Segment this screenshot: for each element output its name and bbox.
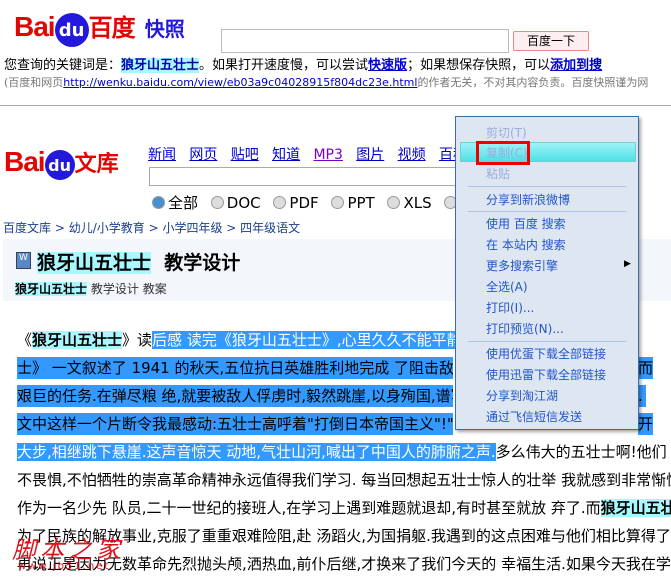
tag[interactable]: 狼牙山五壮士 <box>15 282 88 296</box>
filter-label: 全部 <box>168 194 199 212</box>
menu-separator <box>468 341 626 342</box>
menu-xunlei-download[interactable]: 使用迅雷下载全部链接 <box>486 366 606 383</box>
text-line-selected: 士》 一文叙述了 1941 的秋天,五位抗日英雄胜利地完成 了阻击敌人,掩 <box>17 357 453 379</box>
disclaimer: (百度和网页http://wenku.baidu.com/view/eb03a9… <box>4 74 648 90</box>
keyword-notice: 您查询的关键词是：狼牙山五壮士。如果打开速度慢，可以尝试快速版；如果想保存快照，… <box>4 54 602 73</box>
baidu-snapshot-logo: Bai du 百度 快照 <box>14 8 185 47</box>
menu-separator <box>468 186 626 187</box>
menu-share-weibo[interactable]: 分享到新浪微博 <box>486 191 570 208</box>
breadcrumb-item[interactable]: 幼儿/小学教育 <box>69 221 145 235</box>
nav-images[interactable]: 图片 <box>356 147 384 163</box>
menu-fetion-sms[interactable]: 通过飞信短信发送 <box>486 408 582 425</box>
menu-search-site[interactable]: 在 本站内 搜索 <box>486 236 566 253</box>
baidu-wenku-logo: Bai du 文库 <box>4 146 119 180</box>
menu-separator <box>468 211 626 212</box>
notice-text: 您查询的关键词是： <box>4 58 122 73</box>
text-line: 大步,相继跳下悬崖.这声音惊天 动地,气壮山河,喊出了中国人的肺腑之声.多么伟大… <box>17 443 671 461</box>
disclaimer-text: (百度和网页 <box>4 76 64 89</box>
file-type-filters: 全部 DOC PDF PPT XLS <box>144 192 460 213</box>
menu-print[interactable]: 打印(I)... <box>486 299 534 316</box>
menu-select-all[interactable]: 全选(A) <box>486 278 528 295</box>
text-line-fragment: . <box>638 385 646 407</box>
source-url-link[interactable]: http://wenku.baidu.com/view/eb03a9c04028… <box>63 76 417 89</box>
breadcrumb-item[interactable]: 小学四年级 <box>162 221 222 235</box>
filter-label: PPT <box>347 194 375 212</box>
text-line-selected: 艰巨的任务.在弹尽粮 绝,就要被敌人俘虏时,毅然跳崖,以身殉国,谱写了一 <box>17 385 453 407</box>
text-line: 作为一名少先 队员,二十一世纪的接班人,在学习上遇到难题就退却,有时甚至就放 弃… <box>17 497 671 519</box>
text-line: 不畏惧,不怕牺牲的崇高革命精神永远值得我们学习. 每当回想起五壮士惊人的壮举 我… <box>17 471 671 489</box>
breadcrumb-item[interactable]: 四年级语文 <box>240 221 300 235</box>
search-button[interactable]: 百度一下 <box>513 31 589 51</box>
watermark-logo: 脚本之家 <box>12 536 124 564</box>
text-line-fragment: 开 <box>638 413 654 435</box>
nav-web[interactable]: 网页 <box>189 147 217 163</box>
tag[interactable]: 教学设计 <box>91 282 139 296</box>
filter-label: DOC <box>226 194 261 212</box>
title-keyword: 狼牙山五壮士 <box>37 252 152 274</box>
radio-ppt[interactable] <box>331 196 345 209</box>
menu-paste[interactable]: 粘贴 <box>486 165 510 182</box>
menu-youdan-download[interactable]: 使用优蛋下载全部链接 <box>486 345 606 362</box>
nav-video[interactable]: 视频 <box>398 147 426 163</box>
word-doc-icon: W <box>16 252 31 269</box>
search-input[interactable] <box>221 29 509 53</box>
notice-text: 。如果打开速度慢，可以尝试 <box>199 58 369 73</box>
radio-xls[interactable] <box>387 196 401 209</box>
keyword-highlight: 狼牙山五壮士 <box>121 58 200 73</box>
divider <box>0 105 671 106</box>
context-menu: 剪切(T) 复制(C) 粘贴 分享到新浪微博 使用 百度 搜索 在 本站内 搜索… <box>455 116 639 430</box>
watermark-url: www.jb51.net <box>18 561 111 572</box>
page-title: 狼牙山五壮士 教学设计 <box>37 248 240 275</box>
breadcrumb-item[interactable]: 百度文库 <box>3 221 51 235</box>
wenku-nav: 新闻 网页 贴吧 知道 MP3 图片 视频 百科 <box>148 144 467 164</box>
text-line-fragment: 而 <box>638 357 654 379</box>
tag[interactable]: 教案 <box>143 282 167 296</box>
radio-all[interactable] <box>152 196 165 209</box>
filter-label: XLS <box>403 194 432 212</box>
doc-tags: 狼牙山五壮士 教学设计 教案 <box>15 280 167 297</box>
menu-cut[interactable]: 剪切(T) <box>486 124 527 141</box>
notice-text: ；如果想保存快照，可以 <box>407 58 551 73</box>
radio-doc[interactable] <box>210 196 224 209</box>
menu-search-baidu[interactable]: 使用 百度 搜索 <box>486 215 566 232</box>
filter-label: PDF <box>289 194 319 212</box>
title-rest: 教学设计 <box>164 252 241 274</box>
text-line-selected: 文中这样一个片断令我最感动:五壮士高呼着"打倒日本帝国主义"!" 中国 <box>17 413 453 435</box>
nav-news[interactable]: 新闻 <box>148 147 176 163</box>
menu-more-engines[interactable]: 更多搜索引擎 <box>486 257 558 274</box>
menu-print-preview[interactable]: 打印预览(N)... <box>486 320 564 337</box>
wenku-search-input[interactable] <box>149 167 471 186</box>
submenu-arrow-icon: ▶ <box>624 259 631 269</box>
fast-version-link[interactable]: 快速版 <box>368 58 407 73</box>
add-to-link[interactable]: 添加到搜 <box>550 58 602 73</box>
nav-zhidao[interactable]: 知道 <box>272 147 300 163</box>
breadcrumb: 百度文库 > 幼儿/小学教育 > 小学四年级 > 四年级语文 <box>3 221 301 235</box>
nav-tieba[interactable]: 贴吧 <box>231 147 259 163</box>
text-line: 《狼牙山五壮士》读后感 读完《狼牙山五壮士》,心里久久不能平静,想 <box>17 331 482 349</box>
radio-pdf[interactable] <box>273 196 287 209</box>
annotation-box <box>476 141 530 165</box>
menu-share-taojianghu[interactable]: 分享到淘江湖 <box>486 387 558 404</box>
disclaimer-text: 的作者无关，不对其内容负责。百度快照谨为网 <box>417 76 649 89</box>
nav-mp3[interactable]: MP3 <box>313 147 342 163</box>
